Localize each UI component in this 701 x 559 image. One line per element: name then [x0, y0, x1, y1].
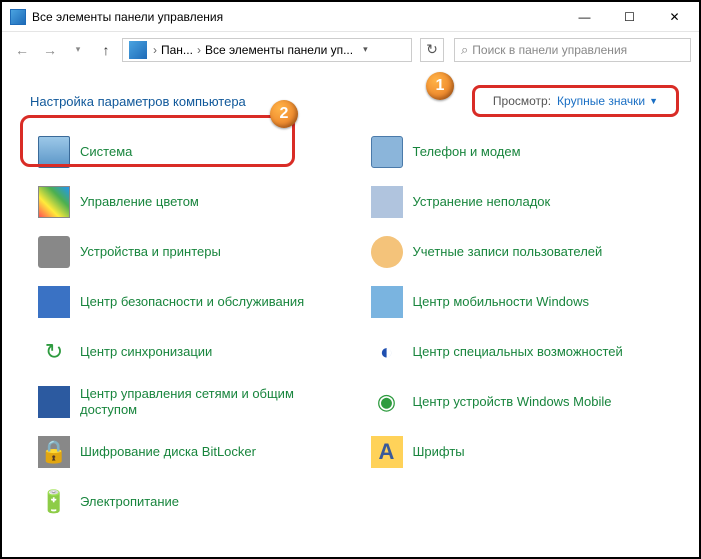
content-header: Настройка параметров компьютера 1 Просмо… [2, 67, 699, 129]
close-button[interactable]: ✕ [652, 3, 697, 31]
item-accounts-icon [371, 236, 403, 268]
items-scroll[interactable]: Система Телефон и модем Управление цветом У… [2, 129, 699, 559]
item-system-icon [38, 136, 70, 168]
item-security-icon [38, 286, 70, 318]
item-troubleshoot[interactable]: Устранение неполадок [363, 179, 686, 225]
item-color[interactable]: Управление цветом [30, 179, 353, 225]
control-panel-icon [129, 41, 147, 59]
breadcrumb-current[interactable]: Все элементы панели уп... [203, 43, 355, 57]
item-winmobile-label: Центр устройств Windows Mobile [413, 394, 612, 410]
item-accounts[interactable]: Учетные записи пользователей [363, 229, 686, 275]
app-icon [10, 9, 26, 25]
view-selector-highlight: 1 Просмотр: Крупные значки ▼ [472, 85, 679, 117]
navbar: ← → ▾ ↑ › Пан... › Все элементы панели у… [2, 32, 699, 67]
item-phone[interactable]: Телефон и модем [363, 129, 686, 175]
item-ease-label: Центр специальных возможностей [413, 344, 623, 360]
search-placeholder: Поиск в панели управления [472, 43, 627, 57]
annotation-marker-1: 1 [426, 72, 454, 100]
items-grid: Система Телефон и модем Управление цветом У… [30, 129, 685, 525]
address-bar[interactable]: › Пан... › Все элементы панели уп... ▾ [122, 38, 412, 62]
item-power-label: Электропитание [80, 494, 179, 510]
item-accounts-label: Учетные записи пользователей [413, 244, 603, 260]
item-system-label: Система [80, 144, 132, 160]
item-mobility-label: Центр мобильности Windows [413, 294, 590, 310]
item-fonts[interactable]: A Шрифты [363, 429, 686, 475]
search-icon: ⌕ [461, 42, 468, 58]
window-title: Все элементы панели управления [32, 10, 562, 24]
titlebar: Все элементы панели управления — ☐ ✕ [2, 2, 699, 32]
item-winmobile[interactable]: ◉ Центр устройств Windows Mobile [363, 379, 686, 425]
breadcrumb-sep-icon: › [151, 43, 159, 57]
item-sync-label: Центр синхронизации [80, 344, 212, 360]
breadcrumb-sep-icon: › [195, 43, 203, 57]
view-value[interactable]: Крупные значки [557, 94, 645, 108]
item-ease[interactable]: ◐ Центр специальных возможностей [363, 329, 686, 375]
item-bitlocker-label: Шифрование диска BitLocker [80, 444, 256, 460]
item-network[interactable]: Центр управления сетями и общим доступом [30, 379, 353, 425]
item-color-label: Управление цветом [80, 194, 199, 210]
item-system[interactable]: Система [30, 129, 353, 175]
item-network-icon [38, 386, 70, 418]
minimize-button[interactable]: — [562, 3, 607, 31]
back-button[interactable]: ← [10, 38, 34, 62]
item-troubleshoot-label: Устранение неполадок [413, 194, 551, 210]
refresh-button[interactable]: ↻ [420, 38, 444, 62]
up-button[interactable]: ↑ [94, 38, 118, 62]
item-fonts-icon: A [371, 436, 403, 468]
search-input[interactable]: ⌕ Поиск в панели управления [454, 38, 691, 62]
item-winmobile-icon: ◉ [371, 386, 403, 418]
item-fonts-label: Шрифты [413, 444, 465, 460]
item-bitlocker-icon: 🔒 [38, 436, 70, 468]
item-phone-label: Телефон и модем [413, 144, 521, 160]
recent-dropdown[interactable]: ▾ [66, 38, 90, 62]
item-devices[interactable]: Устройства и принтеры [30, 229, 353, 275]
item-sync[interactable]: ↻ Центр синхронизации [30, 329, 353, 375]
page-title: Настройка параметров компьютера [30, 94, 246, 109]
item-power[interactable]: 🔋 Электропитание [30, 479, 353, 525]
item-sync-icon: ↻ [38, 336, 70, 368]
item-devices-icon [38, 236, 70, 268]
item-security-label: Центр безопасности и обслуживания [80, 294, 304, 310]
item-devices-label: Устройства и принтеры [80, 244, 221, 260]
item-color-icon [38, 186, 70, 218]
window-controls: — ☐ ✕ [562, 3, 697, 31]
item-ease-icon: ◐ [371, 336, 403, 368]
item-troubleshoot-icon [371, 186, 403, 218]
item-power-icon: 🔋 [38, 486, 70, 518]
item-bitlocker[interactable]: 🔒 Шифрование диска BitLocker [30, 429, 353, 475]
forward-button[interactable]: → [38, 38, 62, 62]
item-mobility[interactable]: Центр мобильности Windows [363, 279, 686, 325]
item-network-label: Центр управления сетями и общим доступом [80, 386, 345, 417]
item-mobility-icon [371, 286, 403, 318]
breadcrumb-dropdown-icon[interactable]: ▾ [355, 44, 374, 55]
view-label: Просмотр: [493, 94, 551, 108]
breadcrumb-root[interactable]: Пан... [159, 43, 195, 57]
item-security[interactable]: Центр безопасности и обслуживания [30, 279, 353, 325]
dropdown-icon[interactable]: ▼ [649, 96, 658, 106]
item-phone-icon [371, 136, 403, 168]
maximize-button[interactable]: ☐ [607, 3, 652, 31]
